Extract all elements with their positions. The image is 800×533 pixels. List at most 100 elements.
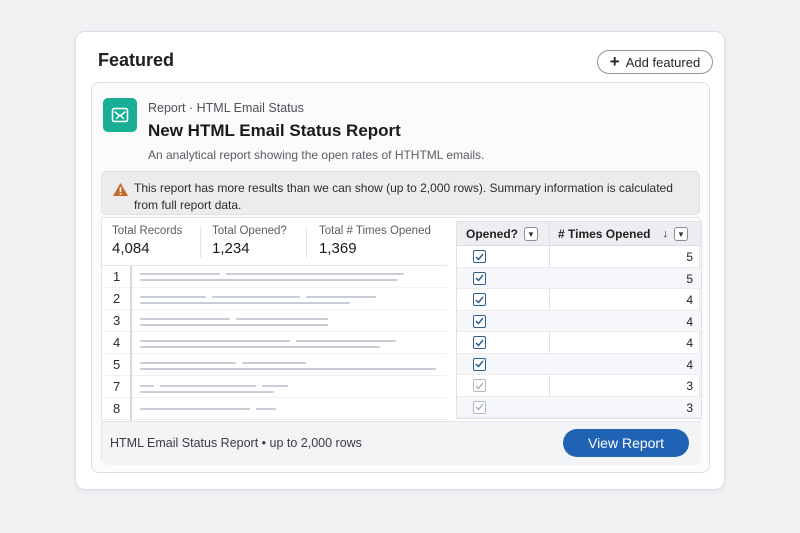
times-opened-value: 4 [686,357,693,372]
stat-total-records: Total Records 4,084 [112,225,182,257]
preview-row: 1 [102,266,447,288]
report-type: Report · HTML Email Status [148,101,304,115]
times-opened-value: 4 [686,293,693,307]
plus-icon: + [609,52,620,71]
stat-value: 1,234 [212,240,250,257]
table-row[interactable]: 4 [457,353,701,375]
column-header-times-opened[interactable]: # Times Opened ↓ ▼ [558,222,688,246]
stat-divider [306,226,307,258]
checkbox-checked-icon [473,400,486,414]
report-footer: HTML Email Status Report • up to 2,000 r… [102,421,701,465]
preview-row: 7 [102,376,447,398]
checkbox-checked-icon [473,379,486,392]
table-row[interactable]: 4 [457,332,701,354]
preview-row: 2 [102,288,447,310]
placeholder-line [256,408,276,410]
stat-total-times-opened: Total # Times Opened 1,369 [319,225,431,257]
results-table: Opened? ▼ # Times Opened ↓ ▼ 5 5 4 4 4 4… [456,221,702,419]
checkbox-checked-icon [473,271,486,285]
placeholder-line [140,408,250,410]
table-row[interactable]: 3 [457,375,701,397]
column-label: Opened? [466,227,519,241]
table-row[interactable]: 5 [457,267,701,289]
row-number: 2 [113,291,121,306]
summary-stats: Total Records 4,084 Total Opened? 1,234 … [102,218,447,266]
placeholder-line [306,296,376,298]
placeholder-line [140,391,274,393]
times-opened-value: 3 [686,400,693,415]
stat-label: Total Opened? [212,225,287,237]
column-header-opened[interactable]: Opened? ▼ [466,222,539,246]
featured-panel: Featured + Add featured Report · HTML Em… [75,31,725,490]
placeholder-line [140,318,230,320]
placeholder-line [140,368,436,370]
add-featured-label: Add featured [625,54,701,70]
placeholder-line [226,273,404,275]
chevron-down-icon[interactable]: ▼ [673,227,688,241]
placeholder-line [296,340,396,342]
placeholder-line [140,302,350,304]
row-number-rule [130,266,132,421]
times-opened-value: 5 [686,271,693,286]
checkbox-checked-icon [473,250,486,263]
placeholder-line [140,273,220,275]
report-title[interactable]: New HTML Email Status Report [148,121,401,141]
placeholder-line [242,362,306,364]
checkbox-checked-icon [473,314,486,328]
placeholder-line [140,346,380,348]
placeholder-line [140,340,290,342]
add-featured-button[interactable]: + Add featured [597,50,713,74]
table-header: Opened? ▼ # Times Opened ↓ ▼ [457,222,701,246]
times-opened-value: 4 [686,314,693,329]
stat-total-opened: Total Opened? 1,234 [212,225,287,257]
warning-icon [112,182,129,202]
row-limit-warning: This report has more results than we can… [101,171,700,215]
checkbox-checked-icon [473,293,486,306]
placeholder-line [160,385,256,387]
placeholder-line [140,279,398,281]
placeholder-line [236,318,328,320]
placeholder-line [262,385,288,387]
placeholder-line [140,296,206,298]
row-number: 3 [113,313,121,328]
row-number: 5 [113,357,121,372]
table-row[interactable]: 4 [457,310,701,332]
preview-row: 5 [102,354,447,376]
view-report-button[interactable]: View Report [563,429,689,457]
placeholder-line [140,324,328,326]
placeholder-line [140,362,236,364]
placeholder-line [140,385,154,387]
preview-row: 4 [102,332,447,354]
placeholder-line [212,296,300,298]
email-report-icon [103,98,137,132]
stat-label: Total Records [112,225,183,237]
table-row[interactable]: 4 [457,289,701,311]
stat-label: Total # Times Opened [319,225,431,237]
report-card[interactable]: Report · HTML Email Status New HTML Emai… [91,82,710,473]
row-number: 1 [113,269,121,284]
footer-summary: HTML Email Status Report • up to 2,000 r… [110,436,362,450]
row-number: 7 [113,379,121,394]
chevron-down-icon[interactable]: ▼ [524,227,539,241]
sort-descending-icon[interactable]: ↓ [662,228,668,240]
column-label: # Times Opened [558,227,651,241]
row-number: 4 [113,335,121,350]
times-opened-value: 3 [686,379,693,393]
panel-title: Featured [98,50,175,70]
stat-value: 4,084 [112,240,150,257]
table-row[interactable]: 3 [457,396,701,418]
preview-rows: 1 2 3 4 5 7 8 [102,266,447,421]
table-row[interactable]: 5 [457,246,701,268]
row-number: 8 [113,401,121,416]
preview-row: 8 [102,398,447,420]
checkbox-checked-icon [473,336,486,349]
report-preview: Total Records 4,084 Total Opened? 1,234 … [101,217,702,465]
checkbox-checked-icon [473,357,486,371]
stat-divider [200,226,201,258]
stat-value: 1,369 [319,240,357,257]
warning-text: This report has more results than we can… [134,181,673,212]
times-opened-value: 4 [686,336,693,350]
preview-row: 3 [102,310,447,332]
times-opened-value: 5 [686,250,693,264]
report-description: An analytical report showing the open ra… [148,148,485,162]
